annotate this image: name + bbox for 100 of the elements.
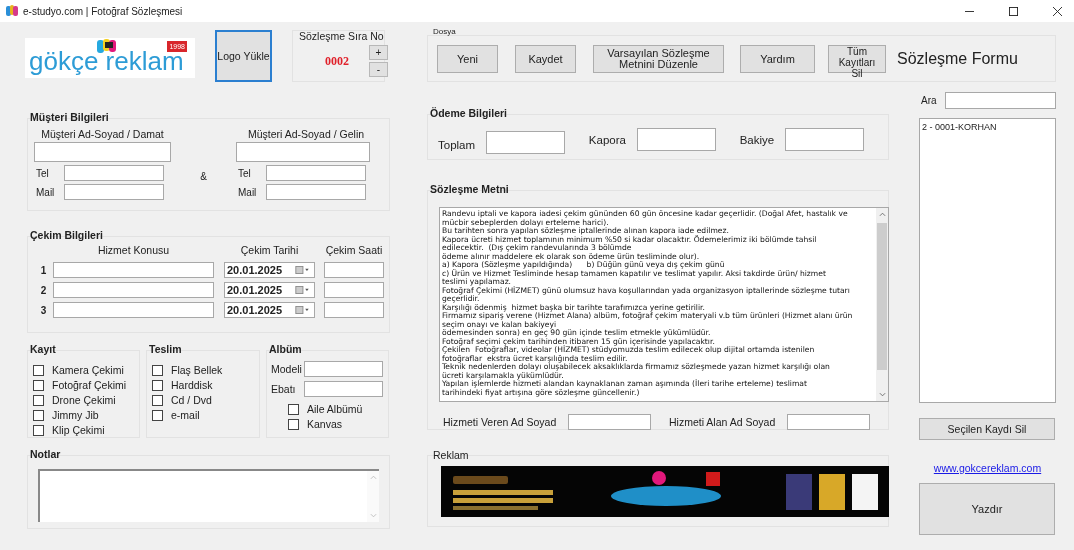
column-header: Çekim Saati bbox=[324, 244, 384, 256]
toolbar-button[interactable]: Kaydet bbox=[515, 45, 576, 73]
field-label: Toplam bbox=[438, 138, 476, 151]
group-title: Albüm bbox=[269, 343, 302, 355]
input-field[interactable] bbox=[34, 142, 171, 162]
checkbox[interactable] bbox=[152, 379, 163, 391]
row-number: 2 bbox=[39, 284, 48, 296]
group-title: Notlar bbox=[30, 448, 61, 460]
group-title: Teslim bbox=[149, 343, 182, 355]
scroll-down-icon[interactable] bbox=[878, 392, 886, 397]
group-title: Sözleşme Metni bbox=[430, 183, 509, 195]
group-title: Reklam bbox=[433, 449, 469, 461]
input-field[interactable] bbox=[324, 302, 384, 318]
ampersand: & bbox=[199, 170, 208, 184]
checkbox-label: Fotoğraf Çekimi bbox=[52, 379, 127, 391]
toolbar-button[interactable]: Yardım bbox=[740, 45, 815, 73]
input-field[interactable] bbox=[636, 128, 716, 151]
checkbox-label: Flaş Bellek bbox=[171, 364, 223, 376]
checkbox[interactable] bbox=[288, 418, 299, 430]
close-icon[interactable] bbox=[1053, 6, 1062, 16]
calendar-icon[interactable] bbox=[295, 266, 310, 274]
checkbox-label: Aile Albümü bbox=[307, 403, 363, 415]
search-label: Ara bbox=[920, 95, 938, 106]
decrement-button[interactable]: - bbox=[369, 62, 388, 77]
checkbox[interactable] bbox=[33, 424, 44, 436]
notes-field[interactable] bbox=[38, 469, 379, 522]
input-field[interactable] bbox=[266, 184, 366, 200]
window-title: e-studyo.com | Fotoğraf Sözleşmesi bbox=[23, 5, 183, 17]
input-field[interactable] bbox=[304, 381, 383, 397]
input-field[interactable] bbox=[53, 302, 214, 318]
checkbox[interactable] bbox=[33, 409, 44, 421]
checkbox[interactable] bbox=[288, 403, 299, 415]
field-label: Tel bbox=[238, 167, 252, 179]
input-field[interactable] bbox=[53, 262, 214, 278]
checkbox[interactable] bbox=[33, 394, 44, 406]
checkbox[interactable] bbox=[152, 364, 163, 376]
contract-number: 0002 bbox=[325, 53, 349, 69]
input-field[interactable] bbox=[64, 165, 164, 181]
checkbox-label: Cd / Dvd bbox=[171, 394, 212, 406]
checkbox-label: Harddisk bbox=[171, 379, 213, 391]
checkbox[interactable] bbox=[33, 379, 44, 391]
scrollbar[interactable] bbox=[876, 208, 888, 401]
scroll-down-icon[interactable] bbox=[369, 513, 377, 518]
input-field[interactable] bbox=[64, 184, 164, 200]
field-label: Müşteri Ad-Soyad / Gelin bbox=[246, 128, 366, 140]
checkbox-label: Jimmy Jib bbox=[52, 409, 99, 421]
field-label: Kapora bbox=[588, 133, 626, 146]
maximize-icon[interactable] bbox=[1009, 6, 1018, 16]
date-picker[interactable]: 20.01.2025 bbox=[224, 282, 315, 298]
group-title: Dosya bbox=[433, 27, 456, 36]
increment-button[interactable]: + bbox=[369, 45, 388, 60]
checkbox-label: e-mail bbox=[171, 409, 200, 421]
input-field[interactable] bbox=[785, 128, 864, 151]
input-field[interactable] bbox=[53, 282, 214, 298]
print-button[interactable]: Yazdır bbox=[919, 483, 1055, 535]
checkbox-label: Kanvas bbox=[307, 418, 343, 430]
date-picker[interactable]: 20.01.2025 bbox=[224, 262, 315, 278]
date-picker[interactable]: 20.01.2025 bbox=[224, 302, 315, 318]
field-label: Mail bbox=[36, 186, 56, 198]
checkbox[interactable] bbox=[152, 409, 163, 421]
scrollbar[interactable] bbox=[367, 471, 379, 522]
checkbox-label: Drone Çekimi bbox=[52, 394, 116, 406]
input-field[interactable] bbox=[324, 282, 384, 298]
input-field[interactable] bbox=[486, 131, 565, 154]
input-field[interactable] bbox=[304, 361, 383, 377]
toolbar-button[interactable]: Varsayılan Sözleşme Metnini Düzenle bbox=[593, 45, 724, 73]
logo-upload-button[interactable]: Logo Yükle bbox=[215, 30, 272, 82]
scroll-up-icon[interactable] bbox=[369, 475, 377, 480]
input-field[interactable] bbox=[324, 262, 384, 278]
column-header: Hizmet Konusu bbox=[96, 244, 171, 256]
checkbox-label: Kamera Çekimi bbox=[52, 364, 124, 376]
field-label: Müşteri Ad-Soyad / Damat bbox=[40, 128, 165, 140]
contract-number-label: Sözleşme Sıra No bbox=[299, 30, 384, 42]
app-icon bbox=[5, 4, 19, 18]
field-label: Hizmeti Alan Ad Soyad bbox=[669, 416, 776, 428]
field-label: Mail bbox=[238, 186, 258, 198]
scroll-up-icon[interactable] bbox=[878, 212, 886, 217]
checkbox[interactable] bbox=[152, 394, 163, 406]
scroll-thumb[interactable] bbox=[877, 223, 887, 370]
input-field[interactable] bbox=[568, 414, 651, 430]
field-label: Bakiye bbox=[739, 133, 775, 146]
form-heading: Sözleşme Formu bbox=[897, 50, 1018, 68]
input-field[interactable] bbox=[787, 414, 870, 430]
delete-selected-button[interactable]: Seçilen Kaydı Sil bbox=[919, 418, 1055, 440]
search-field[interactable] bbox=[944, 92, 1056, 109]
checkbox[interactable] bbox=[33, 364, 44, 376]
checkbox-label: Klip Çekimi bbox=[52, 424, 105, 436]
group-title: Kayıt bbox=[30, 343, 56, 355]
calendar-icon[interactable] bbox=[295, 306, 310, 314]
column-header: Çekim Tarihi bbox=[239, 244, 300, 256]
input-field[interactable] bbox=[266, 165, 366, 181]
row-number: 3 bbox=[39, 304, 48, 316]
group-title: Ödeme Bilgileri bbox=[430, 107, 508, 119]
website-link[interactable]: www.gokcereklam.com bbox=[933, 462, 1042, 474]
input-field[interactable] bbox=[236, 142, 370, 162]
field-label: Modeli bbox=[270, 363, 303, 375]
calendar-icon[interactable] bbox=[295, 286, 310, 294]
list-item[interactable]: 2 - 0001-KORHAN bbox=[922, 122, 997, 132]
row-number: 1 bbox=[39, 264, 48, 276]
toolbar-button[interactable]: Yeni bbox=[437, 45, 498, 73]
